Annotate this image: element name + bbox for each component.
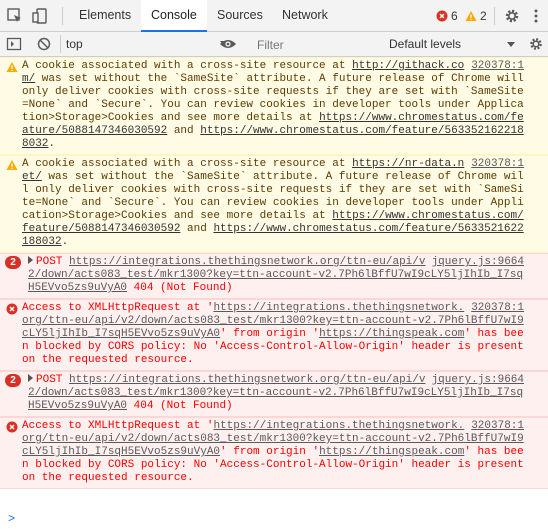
error-icon: [6, 303, 18, 315]
error-message: 2 jquery.js:9664 POST https://integrations…: [0, 253, 548, 299]
repeat-count-badge: 2: [5, 374, 21, 387]
source-link[interactable]: jquery.js:9664: [432, 374, 524, 387]
toolbar-divider: [494, 7, 495, 25]
source-link[interactable]: 320378:1: [471, 158, 524, 171]
message-text: A cookie associated with a cross-site re…: [22, 158, 353, 170]
console-prompt[interactable]: >: [8, 512, 15, 526]
source-link[interactable]: 320378:1: [471, 420, 524, 433]
device-toolbar-icon[interactable]: [32, 7, 50, 25]
message-text: 404 (Not Found): [127, 282, 233, 294]
error-icon: [6, 421, 18, 433]
warning-icon: [6, 160, 18, 170]
tab-console[interactable]: Console: [141, 0, 207, 32]
source-link[interactable]: jquery.js:9664: [432, 256, 524, 269]
warning-message: 320378:1 A cookie associated with a cross…: [0, 155, 548, 253]
tab-network[interactable]: Network: [272, 0, 338, 31]
error-count: 6: [451, 9, 458, 23]
message-link[interactable]: https://thingspeak.com: [319, 328, 464, 340]
message-text: and: [167, 125, 201, 137]
message-text: POST: [36, 374, 70, 386]
warning-icon: [6, 62, 18, 72]
message-text: ' from origin ': [220, 328, 320, 340]
message-text: .: [48, 138, 56, 150]
warning-count: 2: [480, 9, 487, 23]
console-toolbar: top Default levels: [0, 32, 548, 57]
toolbar-divider: [62, 7, 63, 25]
source-link[interactable]: 320378:1: [471, 302, 524, 315]
repeat-count-badge: 2: [5, 256, 21, 269]
show-sidebar-icon[interactable]: [6, 36, 22, 52]
error-message: 320378:1 Access to XMLHttpRequest at ' htt…: [0, 417, 548, 489]
message-text: POST: [36, 256, 70, 268]
context-selector[interactable]: top: [66, 35, 83, 54]
message-text: .: [61, 236, 69, 248]
eye-icon[interactable]: [219, 37, 237, 51]
settings-gear-icon[interactable]: [503, 7, 521, 25]
error-icon: [436, 10, 448, 22]
message-text: Access to XMLHttpRequest at ': [22, 420, 214, 432]
warning-counter[interactable]: 2: [465, 9, 487, 23]
tab-elements[interactable]: Elements: [69, 0, 141, 31]
filter-input[interactable]: [251, 35, 373, 54]
tab-sources[interactable]: Sources: [207, 0, 273, 31]
error-message: 320378:1 Access to XMLHttpRequest at ' htt…: [0, 299, 548, 371]
message-text: A cookie associated with a cross-site re…: [22, 60, 353, 72]
inspect-element-icon[interactable]: [6, 7, 24, 25]
message-text: ' from origin ': [220, 446, 320, 458]
toolbar-divider: [60, 35, 61, 53]
chevron-down-icon[interactable]: [507, 42, 515, 47]
message-text: 404 (Not Found): [127, 400, 233, 412]
message-link[interactable]: https://thingspeak.com: [319, 446, 464, 458]
source-link[interactable]: 320378:1: [471, 60, 524, 73]
message-text: Access to XMLHttpRequest at ': [22, 302, 214, 314]
more-options-icon[interactable]: [527, 7, 545, 25]
devtools-tabbar: Elements Console Sources Network 6 2: [0, 0, 548, 32]
message-text: and: [180, 223, 214, 235]
log-levels-dropdown[interactable]: Default levels: [389, 35, 461, 54]
spacer: [217, 36, 218, 37]
console-messages: 320378:1 A cookie associated with a cross…: [0, 57, 548, 529]
error-message: 2 jquery.js:9664 POST https://integrations…: [0, 371, 548, 417]
clear-console-icon[interactable]: [36, 36, 52, 52]
console-settings-gear-icon[interactable]: [528, 36, 544, 52]
expand-triangle-icon[interactable]: [28, 256, 33, 264]
warning-icon: [465, 11, 477, 21]
expand-triangle-icon[interactable]: [28, 374, 33, 382]
error-counter[interactable]: 6: [436, 9, 458, 23]
warning-message: 320378:1 A cookie associated with a cross…: [0, 57, 548, 155]
